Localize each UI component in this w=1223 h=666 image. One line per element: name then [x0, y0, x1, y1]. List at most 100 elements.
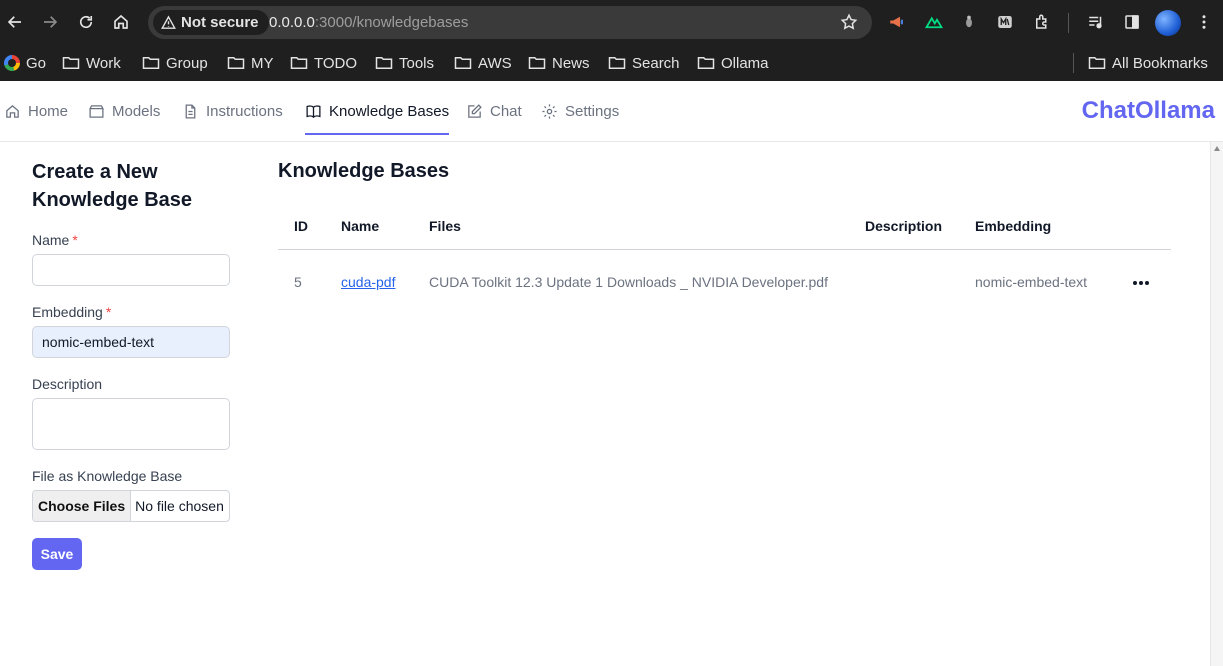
embedding-input[interactable]: nomic-embed-text [32, 326, 230, 358]
forward-button[interactable] [36, 8, 64, 36]
knowledge-bases-title: Knowledge Bases [278, 160, 450, 182]
profile-avatar[interactable] [1155, 10, 1181, 36]
folder-icon [697, 57, 715, 69]
embedding-label: Embedding * [32, 304, 111, 320]
name-input[interactable] [32, 254, 230, 286]
bookmark-label: TODO [314, 54, 358, 72]
folder-icon [608, 57, 626, 69]
table-row: 5 cuda-pdf CUDA Toolkit 12.3 Update 1 Do… [278, 250, 1171, 316]
home-browser-button[interactable] [107, 8, 135, 36]
toolbar-divider [1068, 13, 1069, 33]
choose-files-button[interactable]: Choose Files [33, 491, 132, 521]
required-mark: * [105, 304, 112, 320]
nav-label: Models [112, 103, 161, 120]
gear-icon [542, 104, 557, 119]
folder-icon [142, 57, 160, 69]
security-label: Not secure [181, 14, 259, 31]
name-label: Name * [32, 232, 78, 248]
file-label: File as Knowledge Base [32, 468, 183, 484]
table-header: ID Name Files Description Embedding [278, 206, 1171, 250]
url-host: 0.0.0.0 [269, 14, 315, 31]
bookmark-folder-news[interactable]: News [528, 52, 590, 74]
bookmarks-bar: Go Work Group MY TODO Tools AWS News Sea… [0, 45, 1223, 81]
folder-icon [62, 57, 80, 69]
column-header-embedding[interactable]: Embedding [975, 218, 1051, 234]
extension-bug-icon[interactable] [959, 12, 979, 32]
nav-instructions[interactable]: Instructions [182, 81, 283, 142]
required-mark: * [72, 232, 78, 248]
bookmark-folder-work[interactable]: Work [62, 52, 121, 74]
file-status: No file chosen [135, 498, 224, 514]
all-bookmarks-button[interactable]: All Bookmarks [1088, 52, 1208, 74]
warning-icon [161, 15, 176, 29]
folder-icon [528, 57, 546, 69]
extension-megaphone-icon[interactable] [887, 12, 907, 32]
cell-id: 5 [294, 274, 302, 290]
scroll-up-arrow-icon[interactable] [1214, 146, 1220, 151]
book-icon [306, 105, 321, 119]
extension-m-icon[interactable] [995, 12, 1015, 32]
description-label: Description [32, 376, 103, 392]
bookmark-go[interactable]: Go [4, 52, 46, 74]
bookmark-star-icon[interactable] [840, 13, 858, 31]
column-header-description[interactable]: Description [865, 218, 942, 234]
side-panel-icon[interactable] [1122, 12, 1142, 32]
nav-knowledge-bases[interactable]: Knowledge Bases [305, 81, 450, 142]
description-textarea[interactable] [32, 398, 230, 450]
browser-menu-icon[interactable] [1194, 12, 1214, 32]
row-actions-menu-icon[interactable] [1130, 272, 1152, 294]
form-title: Create a New Knowledge Base [32, 161, 193, 211]
bookmark-label: MY [251, 54, 274, 72]
bookmark-folder-tools[interactable]: Tools [375, 52, 434, 74]
reload-button[interactable] [72, 8, 100, 36]
column-header-files[interactable]: Files [429, 218, 461, 234]
save-button[interactable]: Save [32, 538, 82, 570]
security-indicator[interactable]: Not secure [153, 10, 269, 35]
extension-nuxt-icon[interactable] [924, 12, 944, 32]
bookmark-folder-aws[interactable]: AWS [454, 52, 512, 74]
nav-home[interactable]: Home [4, 81, 68, 142]
arrow-left-icon [7, 16, 21, 28]
bookmark-label: Search [632, 54, 680, 72]
bookmark-folder-search[interactable]: Search [608, 52, 680, 74]
all-bookmarks-label: All Bookmarks [1112, 54, 1208, 72]
address-bar[interactable]: Not secure 0.0.0.0:3000/knowledgebases [148, 6, 872, 39]
url-path: :3000/knowledgebases [314, 14, 469, 31]
extensions-puzzle-icon[interactable] [1032, 12, 1052, 32]
folder-icon [1088, 57, 1106, 69]
brand-logo-text[interactable]: ChatOllama [1082, 97, 1215, 125]
bookmark-folder-group[interactable]: Group [142, 52, 208, 74]
url-text[interactable]: 0.0.0.0:3000/knowledgebases [269, 14, 468, 31]
edit-icon [468, 104, 482, 118]
embedding-label-text: Embedding [32, 304, 103, 320]
bookmark-folder-my[interactable]: MY [227, 52, 274, 74]
box-icon [89, 105, 104, 118]
bookmark-label: News [552, 54, 590, 72]
nav-label: Home [28, 103, 69, 120]
nav-label: Knowledge Bases [329, 103, 450, 120]
column-header-id[interactable]: ID [294, 218, 308, 234]
nav-chat[interactable]: Chat [466, 81, 522, 142]
google-icon [4, 55, 20, 71]
back-button[interactable] [1, 8, 29, 36]
bookmark-folder-ollama[interactable]: Ollama [697, 52, 769, 74]
media-controls-icon[interactable] [1086, 12, 1106, 32]
arrow-right-icon [44, 16, 58, 28]
home-icon [6, 104, 19, 118]
document-icon [185, 104, 196, 119]
bookmark-folder-todo[interactable]: TODO [290, 52, 357, 74]
cell-name-link[interactable]: cuda-pdf [341, 274, 395, 290]
folder-icon [227, 57, 245, 69]
browser-toolbar: Not secure 0.0.0.0:3000/knowledgebases [0, 0, 1223, 45]
file-input[interactable]: Choose Files No file chosen [32, 490, 230, 522]
column-header-name[interactable]: Name [341, 218, 379, 234]
page-scrollbar[interactable] [1210, 142, 1223, 666]
browser-chrome: Not secure 0.0.0.0:3000/knowledgebases G… [0, 0, 1223, 81]
knowledge-bases-table: ID Name Files Description Embedding 5 cu… [278, 206, 1171, 316]
nav-settings[interactable]: Settings [541, 81, 619, 142]
folder-icon [375, 57, 393, 69]
nav-models[interactable]: Models [88, 81, 160, 142]
house-icon [114, 14, 128, 29]
nav-label: Chat [490, 103, 522, 120]
bookmark-label: Work [86, 54, 121, 72]
